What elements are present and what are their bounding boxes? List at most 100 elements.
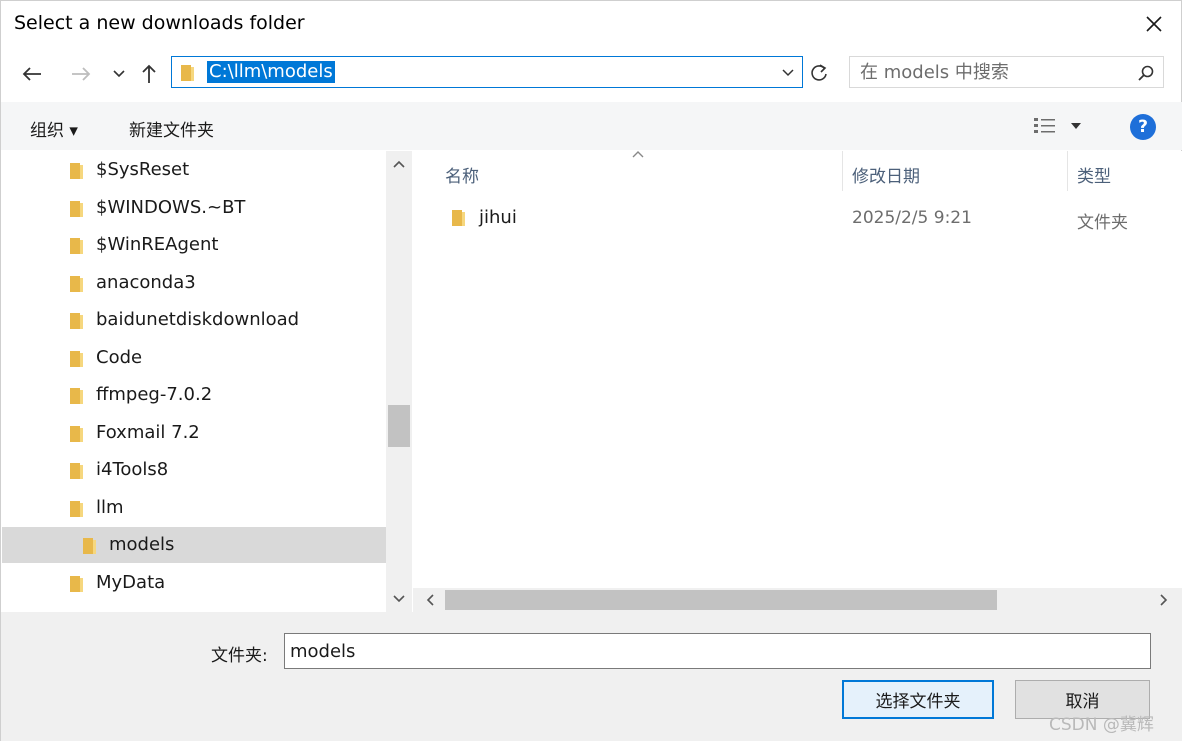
nav-tree-item[interactable]: anaconda3 (2, 265, 386, 301)
file-modified-date: 2025/2/5 9:21 (852, 208, 972, 228)
command-bar: 组织 ▾ 新建文件夹 ? (1, 102, 1182, 150)
caret-down-icon (1071, 123, 1081, 129)
help-icon: ? (1138, 117, 1148, 137)
folder-icon (70, 500, 83, 517)
nav-tree-item[interactable]: i4Tools8 (2, 452, 386, 488)
select-folder-button[interactable]: 选择文件夹 (842, 680, 994, 719)
folder-icon (83, 538, 96, 554)
chevron-down-icon (113, 70, 125, 78)
folder-icon (70, 275, 83, 292)
file-type: 文件夹 (1077, 213, 1128, 233)
refresh-button[interactable] (805, 58, 833, 88)
nav-tree-item[interactable]: llm (2, 490, 386, 526)
chevron-right-icon (1160, 594, 1168, 606)
dialog-title: Select a new downloads folder (14, 12, 305, 34)
folder-field-label: 文件夹: (211, 646, 268, 666)
column-header-modified[interactable]: 修改日期 (843, 151, 1068, 191)
recent-locations-button[interactable] (105, 60, 133, 88)
arrow-left-icon (22, 67, 41, 81)
nav-tree-item-label: $WinREAgent (96, 234, 219, 255)
chevron-down-icon (782, 69, 794, 77)
search-input[interactable] (860, 60, 1120, 84)
scroll-thumb[interactable] (445, 590, 997, 610)
folder-name-input[interactable] (284, 633, 1151, 669)
nav-tree-item-label: llm (96, 496, 124, 518)
file-row[interactable]: jihui 2025/2/5 9:21 文件夹 (413, 201, 1182, 235)
forward-button[interactable] (67, 60, 95, 88)
nav-tree-item-label: anaconda3 (96, 271, 196, 293)
new-folder-button[interactable]: 新建文件夹 (129, 116, 214, 141)
nav-tree-item-label: MyData (96, 571, 166, 593)
view-details-icon (1034, 118, 1055, 133)
search-box[interactable] (849, 56, 1164, 88)
arrow-up-icon (142, 64, 156, 83)
chevron-left-icon (426, 594, 434, 606)
nav-tree-item-label: Foxmail 7.2 (96, 421, 200, 443)
file-name: jihui (479, 207, 517, 228)
refresh-icon (811, 64, 827, 81)
arrow-right-icon (72, 67, 91, 81)
sort-ascending-icon (632, 151, 644, 158)
folder-picker-dialog: Select a new downloads folder C:\llm\mod… (0, 0, 1182, 741)
watermark: CSDN @冀辉 (1049, 715, 1154, 735)
nav-pane-scrollbar[interactable] (386, 151, 412, 612)
folder-icon (70, 200, 83, 217)
nav-tree-item-label: Code (96, 346, 143, 368)
column-header-type-label: 类型 (1077, 167, 1111, 187)
search-icon (1138, 65, 1154, 81)
folder-icon (452, 210, 465, 226)
nav-tree-item-label: i4Tools8 (96, 459, 169, 480)
folder-icon (70, 388, 83, 404)
address-dropdown-button[interactable] (778, 63, 798, 83)
folder-icon (70, 163, 83, 179)
title-bar: Select a new downloads folder (1, 1, 1182, 47)
address-row: C:\llm\models (1, 49, 1182, 99)
nav-tree-item-label: $WINDOWS.~BT (96, 196, 246, 218)
scroll-right-button[interactable] (1155, 591, 1173, 609)
up-button[interactable] (135, 60, 163, 88)
folder-icon (70, 350, 83, 367)
folder-icon (70, 463, 83, 479)
change-view-button[interactable] (1033, 114, 1089, 138)
address-bar[interactable]: C:\llm\models (171, 56, 803, 88)
scroll-left-button[interactable] (421, 591, 439, 609)
dialog-footer: 文件夹: 选择文件夹 取消 CSDN @冀辉 (1, 612, 1182, 741)
column-header-name[interactable]: 名称 (413, 151, 843, 191)
nav-tree-item-label: ffmpeg-7.0.2 (96, 384, 213, 405)
search-button[interactable] (1135, 62, 1157, 84)
file-list-horizontal-scrollbar[interactable] (413, 588, 1182, 612)
file-list[interactable]: 名称 修改日期 类型 jihui 2025/2/5 9:21 文件夹 (413, 151, 1182, 588)
back-button[interactable] (18, 60, 46, 88)
column-header-type[interactable]: 类型 (1068, 151, 1182, 191)
nav-tree-item-label: models (109, 534, 175, 555)
folder-icon (70, 425, 83, 442)
column-header-modified-label: 修改日期 (852, 167, 920, 187)
nav-tree-item-label: baidunetdiskdownload (96, 309, 300, 330)
nav-tree-item[interactable]: $WINDOWS.~BT (2, 190, 386, 226)
nav-tree-item-label: $SysReset (96, 159, 190, 180)
folder-icon (70, 313, 83, 329)
nav-tree-item[interactable]: MyData (2, 565, 386, 601)
close-icon (1146, 16, 1162, 32)
close-button[interactable] (1137, 7, 1171, 41)
folder-icon (70, 575, 83, 592)
scroll-thumb[interactable] (388, 405, 410, 447)
scroll-down-button[interactable] (390, 590, 408, 608)
navigation-pane[interactable]: $SysReset $WINDOWS.~BT $WinREAgent anaconda… (2, 151, 386, 612)
column-header-name-label: 名称 (445, 167, 479, 187)
organize-menu[interactable]: 组织 ▾ (30, 116, 78, 141)
nav-tree-item[interactable]: models (2, 527, 386, 563)
folder-icon (70, 238, 83, 254)
nav-tree-item[interactable]: Foxmail 7.2 (2, 415, 386, 451)
nav-tree-item[interactable]: baidunetdiskdownload (2, 302, 386, 338)
nav-tree-item[interactable]: Code (2, 340, 386, 376)
nav-tree-item[interactable]: $WinREAgent (2, 227, 386, 263)
scroll-up-button[interactable] (390, 155, 408, 173)
help-button[interactable]: ? (1130, 114, 1156, 140)
nav-tree-item[interactable]: ffmpeg-7.0.2 (2, 377, 386, 413)
chevron-up-icon (393, 160, 405, 168)
nav-tree-item[interactable]: $SysReset (2, 152, 386, 188)
chevron-down-icon (393, 595, 405, 603)
folder-icon (181, 65, 194, 81)
address-path[interactable]: C:\llm\models (207, 61, 335, 83)
